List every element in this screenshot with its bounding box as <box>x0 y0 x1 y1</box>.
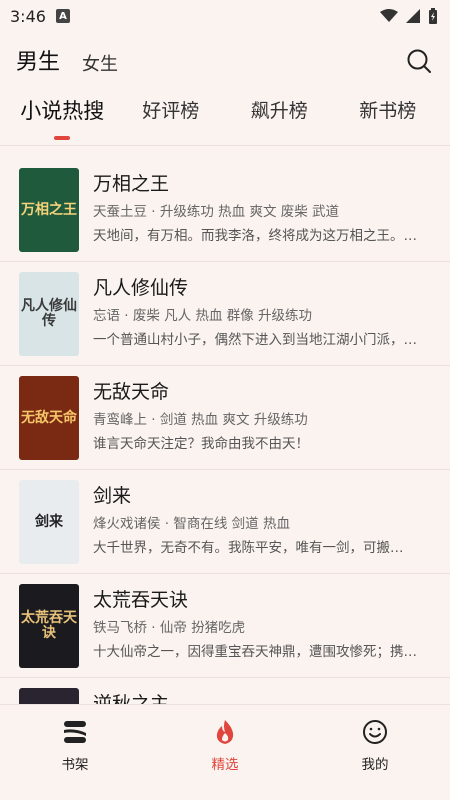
book-cover: 凡人修仙传 <box>19 272 79 356</box>
tab-label: 小说热搜 <box>20 98 105 123</box>
book-info: 剑来烽火戏诸侯 · 智商在线 剑道 热血大千世界，无奇不有。我陈平安，唯有一剑，… <box>93 480 434 563</box>
nav-featured-label: 精选 <box>211 757 239 773</box>
book-item[interactable]: 万相之王 万相之王 天蚕土豆 · 升级练功 热血 爽文 废柴 武道 天地间，有万相。而… <box>0 158 450 262</box>
book-item[interactable]: 无敌天命 无敌天命 青鸾峰上 · 剑道 热血 爽文 升级练功 谁言天命天注定？我命由我… <box>0 366 450 470</box>
book-info: 太荒吞天诀铁马飞桥 · 仙帝 扮猪吃虎十大仙帝之一，因得重宝吞天神鼎，遭围攻惨死… <box>93 584 434 667</box>
nav-profile[interactable]: 我的 <box>300 705 450 800</box>
book-title: 太荒吞天诀 <box>93 589 189 611</box>
book-meta: 铁马飞桥 · 仙帝 扮猪吃虎 <box>93 620 246 636</box>
active-tab-indicator <box>54 135 71 140</box>
book-cover: 无敌天命 <box>19 376 79 460</box>
tab-2[interactable]: 飙升榜 <box>225 88 334 146</box>
bookshelf-icon <box>62 719 88 745</box>
book-title: 逆秋之主 <box>93 693 170 704</box>
book-item[interactable]: 太荒吞天诀 太荒吞天诀 铁马飞桥 · 仙帝 扮猪吃虎 十大仙帝之一，因得重宝吞天神鼎，… <box>0 574 450 678</box>
book-item[interactable]: 剑来 剑来 烽火戏诸侯 · 智商在线 剑道 热血 大千世界，无奇不有。我陈平安，唯有一… <box>0 470 450 574</box>
cover-title-art: 太荒吞天诀 <box>21 610 77 641</box>
tab-1[interactable]: 好评榜 <box>117 88 226 146</box>
notification-badge: A <box>55 9 70 23</box>
book-desc: 天地间，有万相。而我李洛，终将成为这万相之王。… <box>93 228 417 244</box>
status-bar: 3:46 A <box>0 0 450 32</box>
book-desc: 谁言天命天注定？我命由我不由天！ <box>93 436 309 452</box>
nav-profile-label: 我的 <box>361 757 389 773</box>
book-cover: 太荒吞天诀 <box>19 584 79 668</box>
book-desc: 一个普通山村小子，偶然下进入到当地江湖小门派，… <box>93 332 417 348</box>
book-title: 万相之王 <box>93 173 170 195</box>
flame-icon <box>212 719 238 745</box>
book-info: 逆秋之主 <box>93 688 434 704</box>
book-title: 剑来 <box>93 485 132 507</box>
cover-title-art: 剑来 <box>35 513 63 530</box>
tab-3[interactable]: 新书榜 <box>334 88 443 146</box>
gender-switch: 男生 女生 <box>0 32 450 88</box>
tab-0[interactable]: 小说热搜 <box>8 88 117 146</box>
book-desc: 大千世界，无奇不有。我陈平安，唯有一剑，可搬… <box>93 540 404 556</box>
book-meta: 烽火戏诸侯 · 智商在线 剑道 热血 <box>93 516 290 532</box>
tab-label: 新书榜 <box>359 99 417 122</box>
book-list: 万相之王 万相之王 天蚕土豆 · 升级练功 热血 爽文 废柴 武道 天地间，有万相。而… <box>0 158 450 704</box>
book-info: 无敌天命青鸾峰上 · 剑道 热血 爽文 升级练功 谁言天命天注定？我命由我不由天！ <box>93 376 434 459</box>
ranking-tabs: 小说热搜 好评榜 飙升榜 新书榜 <box>0 88 450 146</box>
tab-label: 好评榜 <box>142 99 200 122</box>
book-cover <box>19 688 79 704</box>
book-meta: 天蚕土豆 · 升级练功 热血 爽文 废柴 武道 <box>93 204 340 220</box>
book-title: 凡人修仙传 <box>93 277 189 299</box>
nav-bookshelf-label: 书架 <box>61 757 89 773</box>
cover-title-art: 万相之王 <box>21 201 77 218</box>
book-meta: 忘语 · 废柴 凡人 热血 群像 升级练功 <box>93 308 313 324</box>
book-desc: 十大仙帝之一，因得重宝吞天神鼎，遭围攻惨死；携… <box>93 644 417 660</box>
book-item[interactable]: 凡人修仙传 凡人修仙传 忘语 · 废柴 凡人 热血 群像 升级练功 一个普通山村小子，… <box>0 262 450 366</box>
gender-female-tab[interactable]: 女生 <box>82 50 118 76</box>
cover-title-art: 无敌天命 <box>21 409 77 426</box>
bottom-navigation: 书架 精选 我的 <box>0 704 450 800</box>
book-cover: 万相之王 <box>19 168 79 252</box>
nav-bookshelf[interactable]: 书架 <box>0 705 150 800</box>
book-item[interactable]: 逆秋之主 <box>0 678 450 704</box>
book-info: 万相之王天蚕土豆 · 升级练功 热血 爽文 废柴 武道天地间，有万相。而我李洛，… <box>93 168 434 251</box>
status-time: 3:46 <box>10 6 46 26</box>
tab-label: 飙升榜 <box>250 99 308 122</box>
book-cover: 剑来 <box>19 480 79 564</box>
book-info: 凡人修仙传忘语 · 废柴 凡人 热血 群像 升级练功一个普通山村小子，偶然下进入… <box>93 272 434 355</box>
smiley-icon <box>362 719 388 745</box>
book-meta: 青鸾峰上 · 剑道 热血 爽文 升级练功 <box>93 412 308 428</box>
search-icon[interactable] <box>406 48 432 74</box>
nav-featured[interactable]: 精选 <box>150 705 300 800</box>
cover-title-art: 凡人修仙传 <box>21 298 77 329</box>
gender-male-tab[interactable]: 男生 <box>16 44 60 76</box>
signal-icon <box>406 9 420 23</box>
battery-icon <box>429 8 437 24</box>
wifi-icon <box>380 9 398 22</box>
book-title: 无敌天命 <box>93 381 170 403</box>
